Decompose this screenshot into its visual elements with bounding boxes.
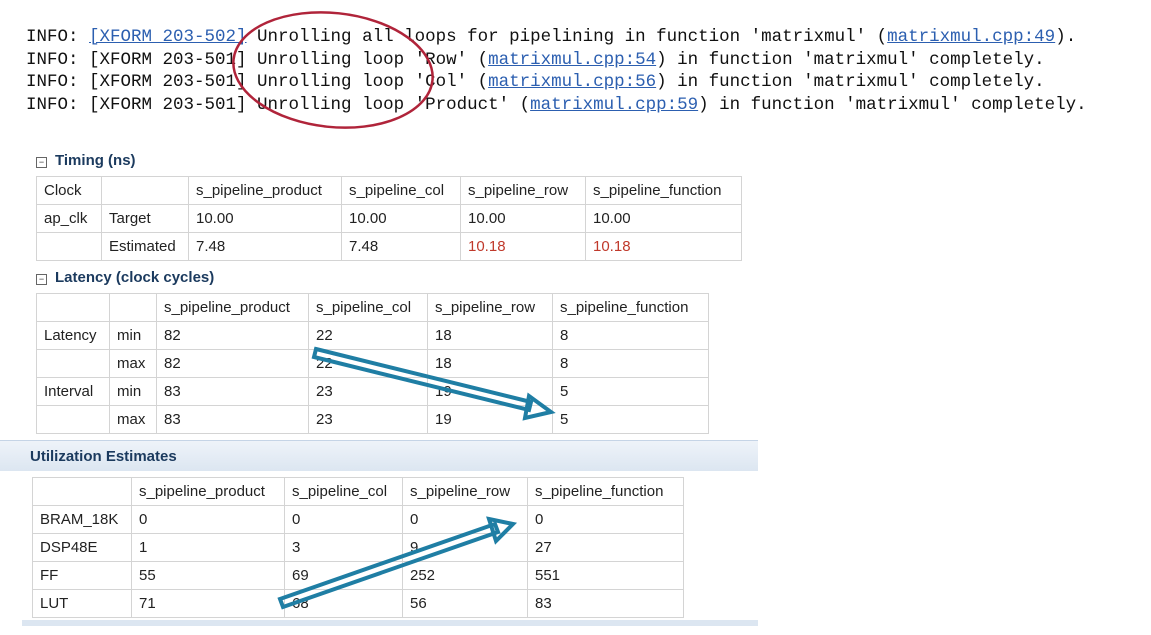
highlight-ellipse bbox=[232, 11, 434, 129]
arrow-down-right-icon bbox=[311, 346, 556, 421]
arrow-up-right-icon bbox=[277, 516, 518, 610]
annotation-overlay bbox=[232, 11, 556, 610]
